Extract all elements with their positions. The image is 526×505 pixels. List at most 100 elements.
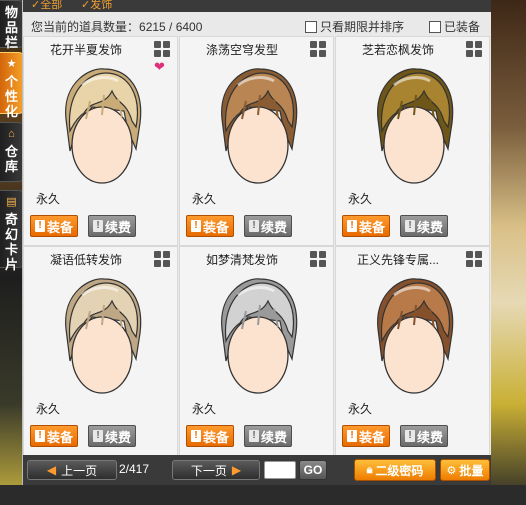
item-duration: 永久	[36, 192, 61, 206]
checkbox-box[interactable]	[305, 20, 317, 33]
checkbox-box[interactable]	[429, 20, 441, 33]
grid-view-icon[interactable]	[310, 41, 327, 58]
item-name: 凝语低转发饰	[49, 253, 122, 267]
item-count-value: 6215 / 6400	[139, 20, 203, 34]
tab-inventory-label: 物品栏	[5, 5, 19, 50]
renew-label: 续费	[104, 219, 131, 235]
renew-button[interactable]: ! 续费	[244, 425, 292, 447]
exclamation-icon: !	[34, 220, 45, 232]
equip-label: 装备	[358, 219, 385, 235]
chevron-right-icon: ▶	[231, 463, 242, 477]
pagination-bar: ◀ 上一页 2/417 下一页 ▶ GO 🔒︎ 二级密码 ⚙ 批量	[23, 455, 491, 485]
go-button[interactable]: GO	[299, 460, 327, 480]
secondary-password-button[interactable]: 🔒︎ 二级密码	[354, 459, 436, 481]
hair-preview-image[interactable]	[208, 271, 308, 403]
renew-label: 续费	[260, 429, 287, 445]
item-card[interactable]: 芝若恋枫发饰 永久! 装备! 续费	[335, 36, 490, 246]
exclamation-icon: !	[404, 220, 415, 232]
limited-only-label: 只看期限并排序	[320, 20, 405, 34]
page-number-input[interactable]	[264, 461, 296, 479]
game-backdrop-bottom	[0, 485, 526, 505]
renew-button[interactable]: ! 续费	[88, 215, 136, 237]
item-name: 如梦清梵发饰	[205, 253, 278, 267]
exclamation-icon: !	[248, 220, 259, 232]
grid-view-icon[interactable]	[154, 41, 171, 58]
item-duration: 永久	[36, 402, 61, 416]
exclamation-icon: !	[92, 430, 103, 442]
next-page-label: 下一页	[190, 463, 227, 478]
item-card[interactable]: 如梦清梵发饰 永久! 装备! 续费	[179, 246, 334, 456]
card-icon: ▤	[6, 196, 17, 208]
batch-label: 批量	[459, 463, 484, 478]
item-panel: ✓全部 ✓发饰 您当前的道具数量：6215 / 6400 只看期限并排序 已装备…	[22, 0, 491, 485]
renew-label: 续费	[416, 429, 443, 445]
equip-label: 装备	[46, 429, 73, 445]
item-card[interactable]: 正义先锋专属... 永久! 装备! 续费	[335, 246, 490, 456]
equip-button[interactable]: ! 装备	[342, 425, 390, 447]
exclamation-icon: !	[346, 430, 357, 442]
equip-button[interactable]: ! 装备	[186, 215, 234, 237]
renew-button[interactable]: ! 续费	[244, 215, 292, 237]
grid-view-icon[interactable]	[466, 41, 483, 58]
item-count-summary: 您当前的道具数量：6215 / 6400	[31, 18, 202, 35]
tab-inventory[interactable]: 物品栏	[0, 0, 24, 50]
hair-preview-image[interactable]	[364, 61, 464, 193]
house-icon: ⌂	[8, 128, 15, 140]
tab-hair[interactable]: ✓发饰	[81, 0, 112, 12]
equip-button[interactable]: ! 装备	[30, 425, 78, 447]
chevron-left-icon: ◀	[46, 463, 57, 477]
tab-all[interactable]: ✓全部	[31, 0, 62, 12]
equip-label: 装备	[46, 219, 73, 235]
hair-preview-image[interactable]	[52, 61, 152, 193]
next-page-button[interactable]: 下一页 ▶	[172, 460, 260, 480]
tab-personalize-label: 个性化	[5, 74, 19, 119]
renew-button[interactable]: ! 续费	[400, 425, 448, 447]
equip-label: 装备	[202, 429, 229, 445]
grid-view-icon[interactable]	[154, 251, 171, 268]
exclamation-icon: !	[190, 430, 201, 442]
category-strip: ✓全部 ✓发饰	[23, 0, 491, 12]
tab-fantasy-cards-label: 奇幻卡片	[5, 212, 19, 272]
equipped-checkbox[interactable]: 已装备	[429, 18, 480, 35]
item-count-label: 您当前的道具数量：	[31, 20, 140, 34]
tab-fantasy-cards[interactable]: ▤ 奇幻卡片	[0, 190, 24, 272]
item-card[interactable]: 涤荡空穹发型 永久! 装备! 续费	[179, 36, 334, 246]
grid-view-icon[interactable]	[310, 251, 327, 268]
renew-label: 续费	[104, 429, 131, 445]
renew-button[interactable]: ! 续费	[88, 425, 136, 447]
item-name: 芝若恋枫发饰	[361, 43, 434, 57]
prev-page-button[interactable]: ◀ 上一页	[27, 460, 117, 480]
equip-button[interactable]: ! 装备	[342, 215, 390, 237]
item-duration: 永久	[348, 402, 373, 416]
exclamation-icon: !	[248, 430, 259, 442]
equip-button[interactable]: ! 装备	[30, 215, 78, 237]
item-card[interactable]: 花开半夏发饰 ❤ 永久! 装备! 续费	[23, 36, 178, 246]
equipped-label: 已装备	[444, 20, 481, 34]
renew-label: 续费	[260, 219, 287, 235]
renew-label: 续费	[416, 219, 443, 235]
tab-personalize[interactable]: ★ 个性化	[0, 52, 24, 119]
item-duration: 永久	[348, 192, 373, 206]
item-duration: 永久	[192, 192, 217, 206]
exclamation-icon: !	[34, 430, 45, 442]
batch-button[interactable]: ⚙ 批量	[440, 459, 490, 481]
exclamation-icon: !	[190, 220, 201, 232]
hair-preview-image[interactable]	[364, 271, 464, 403]
item-name: 正义先锋专属...	[356, 253, 439, 267]
gear-icon: ⚙	[446, 464, 457, 477]
item-name: 涤荡空穹发型	[205, 43, 278, 57]
equip-button[interactable]: ! 装备	[186, 425, 234, 447]
tab-storage[interactable]: ⌂ 仓库	[0, 122, 24, 182]
item-card[interactable]: 凝语低转发饰 永久! 装备! 续费	[23, 246, 178, 456]
limited-only-checkbox[interactable]: 只看期限并排序	[305, 18, 404, 35]
exclamation-icon: !	[404, 430, 415, 442]
item-duration: 永久	[192, 402, 217, 416]
star-icon: ★	[6, 58, 17, 70]
lock-icon: 🔒︎	[366, 463, 373, 476]
renew-button[interactable]: ! 续费	[400, 215, 448, 237]
hair-preview-image[interactable]	[208, 61, 308, 193]
hair-preview-image[interactable]	[52, 271, 152, 403]
equip-label: 装备	[202, 219, 229, 235]
grid-view-icon[interactable]	[466, 251, 483, 268]
game-backdrop-right	[490, 0, 526, 505]
